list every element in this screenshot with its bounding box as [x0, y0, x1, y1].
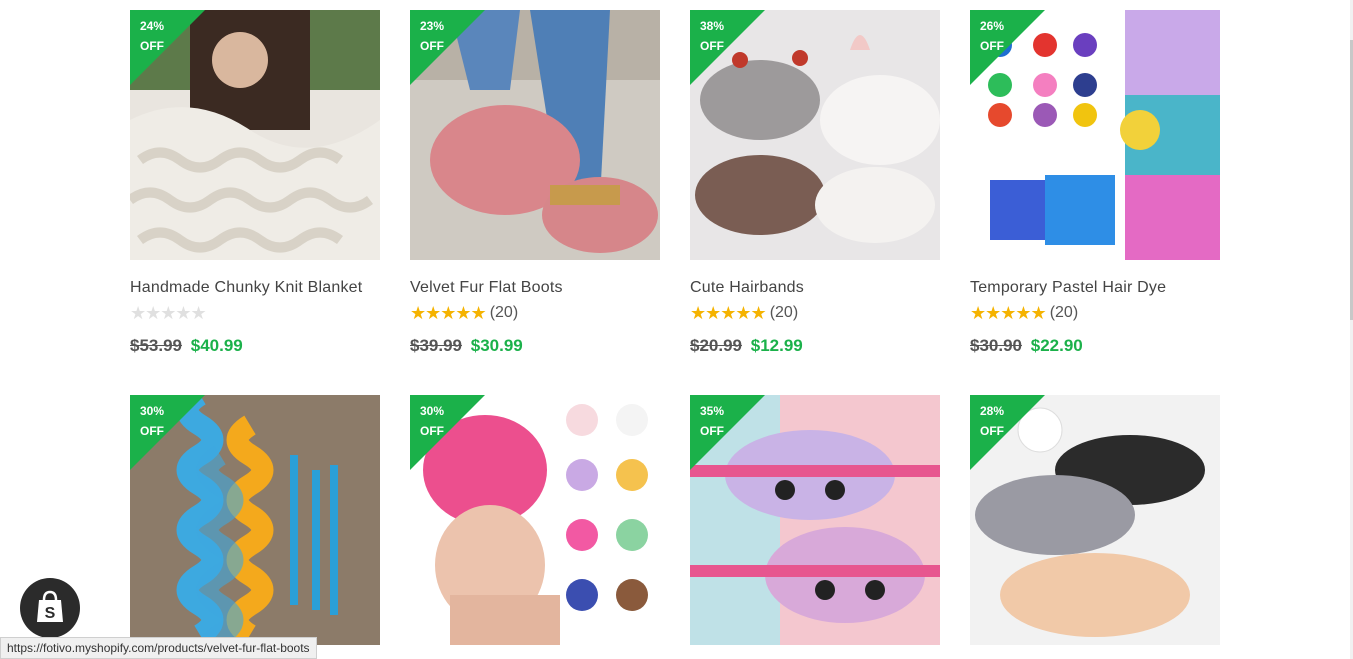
product-title[interactable]: Velvet Fur Flat Boots	[410, 276, 660, 300]
product-title[interactable]: Cute Hairbands	[690, 276, 940, 300]
star-rating-icon: ★★★★★	[690, 303, 767, 323]
sale-price: $12.99	[750, 336, 803, 355]
shopify-chat-button[interactable]: S	[20, 578, 80, 638]
review-count[interactable]: (20)	[770, 304, 798, 322]
price-row: $39.99 $30.99	[410, 336, 660, 356]
product-image-unicorn-bags[interactable]: 35% OFF	[690, 395, 940, 645]
product-card: 23% OFF Velvet Fur Flat Boots ★★★★★ (20) …	[410, 10, 660, 356]
discount-label: 28% OFF	[980, 404, 1005, 438]
product-card: 35% OFF	[690, 395, 940, 645]
discount-label: 23% OFF	[420, 19, 445, 53]
rating-row: ★★★★★ (20)	[410, 302, 660, 324]
sale-price: $22.90	[1030, 336, 1083, 355]
rating-row: ★★★★★ (20)	[970, 302, 1220, 324]
star-rating-icon: ★★★★★	[970, 303, 1047, 323]
star-rating-icon: ★★★★★	[130, 303, 207, 323]
rating-row: ★★★★★	[130, 302, 380, 324]
star-rating-icon: ★★★★★	[410, 303, 487, 323]
product-card: 26% OFF Temporary Pastel Hair Dye ★★★★★ (…	[970, 10, 1220, 356]
product-card: 28% OFF	[970, 395, 1220, 645]
product-image-hairbands[interactable]: 38% OFF	[690, 10, 940, 260]
svg-text:S: S	[45, 605, 56, 622]
product-title[interactable]: Temporary Pastel Hair Dye	[970, 276, 1220, 300]
product-image-knit-blanket[interactable]: 24% OFF	[130, 10, 380, 260]
compare-price: $53.99	[130, 336, 182, 355]
discount-label: 30% OFF	[140, 404, 165, 438]
review-count[interactable]: (20)	[490, 304, 518, 322]
sale-price: $30.99	[470, 336, 523, 355]
compare-price: $30.90	[970, 336, 1022, 355]
shopify-bag-icon: S	[37, 590, 63, 622]
product-image-strapless-bras[interactable]: 28% OFF	[970, 395, 1220, 645]
product-card: 30% OFF	[130, 395, 380, 645]
status-bar-url: https://fotivo.myshopify.com/products/ve…	[0, 637, 317, 659]
discount-label: 35% OFF	[700, 404, 725, 438]
review-count[interactable]: (20)	[1050, 304, 1078, 322]
product-image-hair-curlers[interactable]: 30% OFF	[130, 395, 380, 645]
discount-label: 24% OFF	[140, 19, 165, 53]
price-row: $53.99 $40.99	[130, 336, 380, 356]
discount-label: 30% OFF	[420, 404, 445, 438]
product-image-hair-dye[interactable]: 26% OFF	[970, 10, 1220, 260]
product-card: 38% OFF Cute Hairbands ★★★★★ (20) $20.99 …	[690, 10, 940, 356]
price-row: $20.99 $12.99	[690, 336, 940, 356]
sale-price: $40.99	[190, 336, 243, 355]
product-image-pink-boots[interactable]: 23% OFF	[410, 10, 660, 260]
product-card: 30% OFF	[410, 395, 660, 645]
product-card: 24% OFF Handmade Chunky Knit Blanket ★★★★…	[130, 10, 380, 356]
discount-label: 38% OFF	[700, 19, 725, 53]
price-row: $30.90 $22.90	[970, 336, 1220, 356]
compare-price: $20.99	[690, 336, 742, 355]
product-image-hair-towel[interactable]: 30% OFF	[410, 395, 660, 645]
rating-row: ★★★★★ (20)	[690, 302, 940, 324]
discount-label: 26% OFF	[980, 19, 1005, 53]
compare-price: $39.99	[410, 336, 462, 355]
product-title[interactable]: Handmade Chunky Knit Blanket	[130, 276, 380, 300]
